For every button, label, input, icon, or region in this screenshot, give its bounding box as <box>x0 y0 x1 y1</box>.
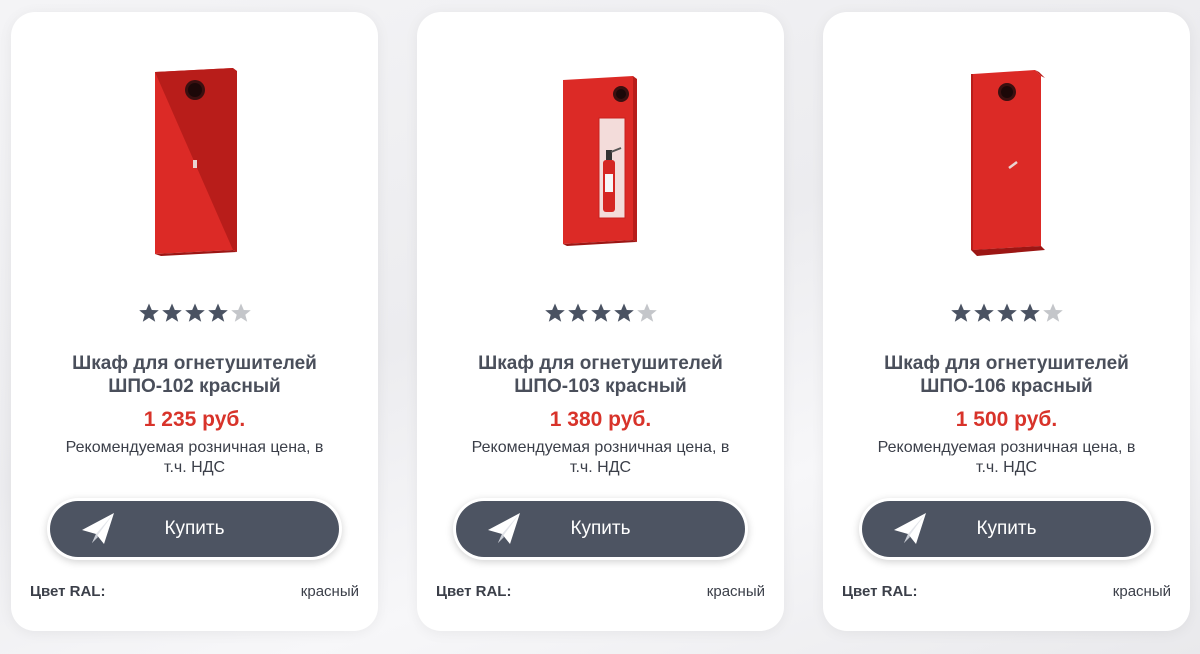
spec-row-color: Цвет RAL: красный <box>436 583 765 603</box>
fire-cabinet-shpo-102-image[interactable] <box>11 62 378 272</box>
star-filled-icon <box>996 303 1017 322</box>
star-filled-icon <box>950 303 971 322</box>
spec-value: красный <box>300 583 359 600</box>
buy-button[interactable]: Купить <box>862 501 1151 557</box>
product-grid: Шкаф для огнетушителей ШПО-102 красный 1… <box>0 0 1200 654</box>
fire-cabinet-shpo-103-image[interactable] <box>417 62 784 272</box>
product-title[interactable]: Шкаф для огнетушителей ШПО-106 красный <box>843 352 1170 398</box>
price-note: Рекомендуемая розничная цена, в т.ч. НДС <box>841 438 1172 478</box>
star-filled-icon <box>544 303 565 322</box>
product-title-line1: Шкаф для огнетушителей <box>478 353 723 374</box>
spec-label: Цвет RAL: <box>30 583 106 600</box>
spec-row-color: Цвет RAL: красный <box>30 583 359 603</box>
product-title-line1: Шкаф для огнетушителей <box>72 353 317 374</box>
price-note-line2: т.ч. НДС <box>163 459 226 476</box>
paper-plane-icon <box>82 513 114 544</box>
product-price: 1 500 руб. <box>955 408 1058 431</box>
product-title-line1: Шкаф для огнетушителей <box>884 353 1129 374</box>
product-price: 1 235 руб. <box>143 408 246 431</box>
buy-button[interactable]: Купить <box>50 501 339 557</box>
product-title[interactable]: Шкаф для огнетушителей ШПО-103 красный <box>437 352 764 398</box>
rating-stars <box>823 302 1190 328</box>
paper-plane-icon <box>488 513 520 544</box>
product-card: Шкаф для огнетушителей ШПО-102 красный 1… <box>11 12 378 631</box>
buy-button[interactable]: Купить <box>456 501 745 557</box>
product-card: Шкаф для огнетушителей ШПО-103 красный 1… <box>417 12 784 631</box>
price-note-line1: Рекомендуемая розничная цена, в <box>471 439 730 456</box>
star-filled-icon <box>567 303 588 322</box>
spec-value: красный <box>1112 583 1171 600</box>
product-title-line2: ШПО-102 красный <box>108 376 281 397</box>
star-filled-icon <box>1019 303 1040 322</box>
star-filled-icon <box>138 303 159 322</box>
star-filled-icon <box>590 303 611 322</box>
star-filled-icon <box>207 303 228 322</box>
star-filled-icon <box>161 303 182 322</box>
spec-row-color: Цвет RAL: красный <box>842 583 1171 603</box>
price-note-line2: т.ч. НДС <box>569 459 632 476</box>
spec-label: Цвет RAL: <box>436 583 512 600</box>
spec-value: красный <box>706 583 765 600</box>
product-title-line2: ШПО-106 красный <box>920 376 1093 397</box>
product-card: Шкаф для огнетушителей ШПО-106 красный 1… <box>823 12 1190 631</box>
star-empty-icon <box>636 303 657 322</box>
product-title-line2: ШПО-103 красный <box>514 376 687 397</box>
rating-stars <box>11 302 378 328</box>
rating-stars <box>417 302 784 328</box>
star-filled-icon <box>973 303 994 322</box>
fire-cabinet-shpo-106-image[interactable] <box>823 62 1190 272</box>
spec-label: Цвет RAL: <box>842 583 918 600</box>
star-empty-icon <box>1042 303 1063 322</box>
paper-plane-icon <box>894 513 926 544</box>
price-note-line1: Рекомендуемая розничная цена, в <box>65 439 324 456</box>
star-filled-icon <box>613 303 634 322</box>
product-title[interactable]: Шкаф для огнетушителей ШПО-102 красный <box>31 352 358 398</box>
price-note-line1: Рекомендуемая розничная цена, в <box>877 439 1136 456</box>
product-price: 1 380 руб. <box>549 408 652 431</box>
star-filled-icon <box>184 303 205 322</box>
price-note-line2: т.ч. НДС <box>975 459 1038 476</box>
price-note: Рекомендуемая розничная цена, в т.ч. НДС <box>435 438 766 478</box>
price-note: Рекомендуемая розничная цена, в т.ч. НДС <box>29 438 360 478</box>
star-empty-icon <box>230 303 251 322</box>
